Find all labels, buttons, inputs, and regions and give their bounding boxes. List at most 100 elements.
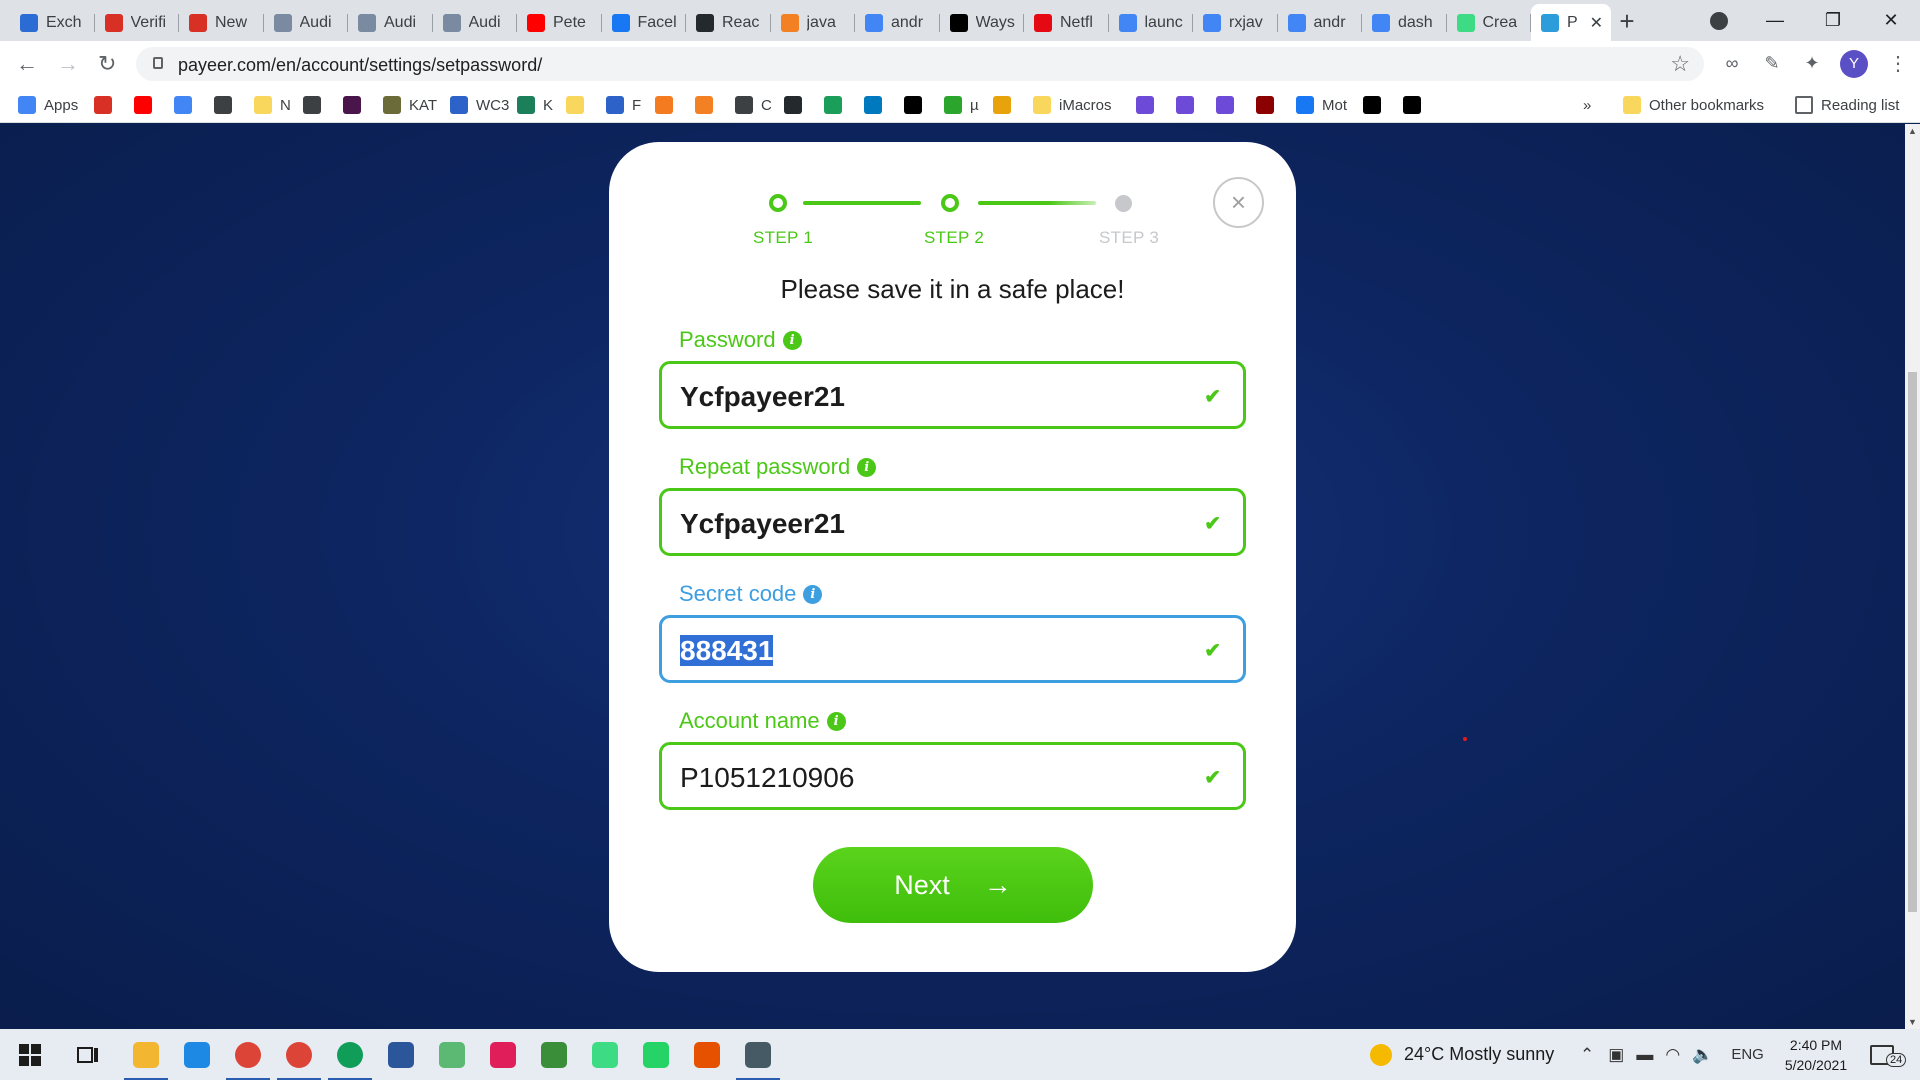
browser-tab[interactable]: P ✕ [1531,4,1611,41]
bookmark-item[interactable]: iMacros [1033,95,1112,115]
info-icon[interactable]: i [857,457,877,477]
taskbar-app[interactable] [536,1037,572,1073]
bookmark-item[interactable] [1363,95,1389,115]
taskbar-app[interactable] [12,1037,48,1073]
secret-code-field[interactable]: 888431 ✔ [659,615,1246,683]
notification-center[interactable]: 24 [1870,1029,1907,1080]
language-indicator[interactable]: ENG [1731,1046,1764,1063]
taskbar-app[interactable] [383,1037,419,1073]
taskbar-app[interactable] [226,1037,270,1080]
bookmark-item[interactable]: Apps [18,95,78,115]
info-icon[interactable]: i [782,330,802,350]
browser-tab[interactable]: dash [1362,4,1447,41]
bookmark-item[interactable] [1216,95,1242,115]
bookmark-item[interactable] [824,95,850,115]
browser-menu-icon[interactable]: ⋮ [1888,51,1908,76]
bookmark-item[interactable] [303,95,329,115]
back-arrow-icon[interactable]: ← [16,51,38,77]
camera-icon[interactable]: ▣ [1608,1045,1624,1065]
taskbar-app[interactable] [70,1037,106,1073]
browser-tab[interactable]: rxjav [1193,4,1278,41]
browser-tab[interactable]: Audi [264,4,349,41]
tab-search-icon[interactable] [1710,12,1728,30]
profile-avatar[interactable]: Y [1840,50,1868,78]
browser-tab[interactable]: Verifi [95,4,180,41]
bookmark-item[interactable] [655,95,681,115]
bookmark-item[interactable] [993,95,1019,115]
forward-arrow-icon[interactable]: → [57,51,79,77]
bookmark-item[interactable]: N [254,95,291,115]
bookmark-item[interactable] [904,95,930,115]
minimize-button[interactable]: — [1746,10,1804,31]
bookmark-item[interactable]: K [517,95,553,115]
volume-icon[interactable]: 🔈 [1692,1045,1713,1065]
taskbar-app[interactable] [179,1037,215,1073]
restore-button[interactable]: ❐ [1804,10,1862,31]
next-button[interactable]: Next → [813,847,1093,923]
bookmark-item[interactable] [1136,95,1162,115]
browser-tab[interactable]: Exch [10,4,95,41]
bookmark-item[interactable]: Mot [1296,95,1347,115]
browser-tab[interactable]: andr [855,4,940,41]
new-tab-button[interactable]: + [1612,6,1642,37]
bookmark-item[interactable] [864,95,890,115]
browser-tab[interactable]: Facel [602,4,687,41]
more-bookmarks-chevron[interactable]: » [1583,95,1591,115]
password-field[interactable]: Ycfpayeer21 ✔ [659,361,1246,429]
info-icon[interactable]: i [826,711,846,731]
browser-tab[interactable]: launc [1109,4,1194,41]
bookmark-star-icon[interactable]: ☆ [1670,51,1690,77]
browser-tab[interactable]: New [179,4,264,41]
chevron-up-icon[interactable]: ⌃ [1580,1045,1594,1065]
browser-tab[interactable]: Ways [940,4,1025,41]
bookmark-item[interactable]: KAT [383,95,437,115]
bookmark-item[interactable] [134,95,160,115]
close-window-button[interactable]: ✕ [1862,10,1920,31]
bookmark-item[interactable] [1403,95,1429,115]
reload-icon[interactable]: ↻ [98,51,116,77]
address-bar[interactable]: payeer.com/en/account/settings/setpasswo… [136,47,1704,81]
weather-widget[interactable]: 24°C Mostly sunny [1370,1029,1554,1080]
taskbar-app[interactable] [485,1037,521,1073]
other-bookmarks[interactable]: Other bookmarks [1623,95,1764,115]
battery-icon[interactable]: ▬ [1636,1045,1653,1065]
browser-tab[interactable]: Crea [1447,4,1532,41]
wifi-icon[interactable]: ◠ [1665,1045,1680,1065]
bookmark-item[interactable]: WC3 [450,95,509,115]
browser-tab[interactable]: andr [1278,4,1363,41]
bookmark-item[interactable]: µ [944,95,979,115]
bookmark-item[interactable] [695,95,721,115]
browser-tab[interactable]: Netfl [1024,4,1109,41]
browser-tab[interactable]: Audi [433,4,518,41]
bookmark-item[interactable] [1176,95,1202,115]
taskbar-app[interactable] [328,1037,372,1080]
bookmark-item[interactable]: C [735,95,772,115]
page-scrollbar[interactable]: ▲ ▼ [1905,124,1920,1029]
extensions-puzzle-icon[interactable]: ✦ [1802,53,1822,73]
taskbar-app[interactable] [277,1037,321,1080]
extension-link-icon[interactable]: ∞ [1722,53,1742,73]
bookmark-item[interactable] [784,95,810,115]
taskbar-app[interactable] [124,1037,168,1080]
bookmark-item[interactable] [214,95,240,115]
taskbar-app[interactable] [434,1037,470,1073]
bookmark-item[interactable] [94,95,120,115]
eyedropper-extension-icon[interactable]: ✎ [1762,53,1782,73]
scrollbar-thumb[interactable] [1908,372,1917,912]
browser-tab[interactable]: Pete [517,4,602,41]
taskbar-app[interactable] [736,1037,780,1080]
scroll-down-arrow-icon[interactable]: ▼ [1908,1017,1917,1027]
bookmark-item[interactable] [343,95,369,115]
browser-tab[interactable]: Reac [686,4,771,41]
clock[interactable]: 2:40 PM 5/20/2021 [1768,1035,1864,1075]
account-name-field[interactable]: P1051210906 ✔ [659,742,1246,810]
close-tab-icon[interactable]: ✕ [1590,13,1603,33]
repeat-password-field[interactable]: Ycfpayeer21 ✔ [659,488,1246,556]
bookmark-item[interactable] [1256,95,1282,115]
info-icon[interactable]: i [803,584,823,604]
taskbar-app[interactable] [689,1037,725,1073]
taskbar-app[interactable] [638,1037,674,1073]
bookmark-item[interactable] [566,95,592,115]
bookmark-item[interactable] [174,95,200,115]
browser-tab[interactable]: Audi [348,4,433,41]
